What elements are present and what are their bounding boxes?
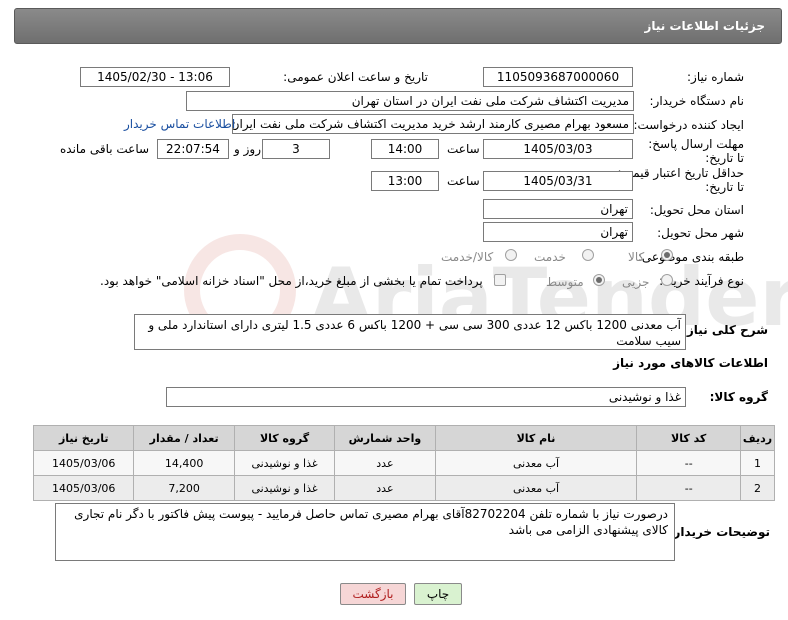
col-qty: تعداد / مقدار [133,425,235,451]
requester-label: ایجاد کننده درخواست: [633,118,744,132]
notes-label: توضیحات خریدار: [668,525,770,539]
goods-section-title: اطلاعات کالاهای مورد نیاز [613,356,768,370]
page-title: جزئیات اطلاعات نیاز [644,19,765,33]
validity-time-label: ساعت [447,174,480,188]
days-label: روز و [234,142,261,156]
payment-checkbox[interactable] [494,274,506,286]
cell-group: غذا و نوشیدنی [233,450,336,476]
cell-code: -- [636,450,741,476]
cell-qty: 7,200 [133,475,235,501]
payment-note: پرداخت تمام یا بخشی از مبلغ خرید،از محل … [100,274,483,288]
goods-table: ردیف کد کالا نام کالا واحد شمارش گروه کا… [32,425,776,501]
cell-row: 2 [739,475,776,501]
need-number-field: 1105093687000060 [483,67,633,87]
category-option-service: خدمت [534,250,566,264]
process-option-minor: جزیی [622,275,650,289]
goods-group-field: غذا و نوشیدنی [166,387,686,407]
cell-date: 1405/03/06 [32,450,135,476]
process-option-medium: متوسط [546,275,584,289]
cell-unit: عدد [334,475,436,501]
col-date: تاریخ نیاز [32,425,135,451]
page-header: جزئیات اطلاعات نیاز [14,8,782,44]
deadline-label: مهلت ارسال پاسخ: تا تاریخ: [648,137,744,165]
buyer-org-field: مدیریت اکتشاف شرکت ملی نفت ایران در استا… [186,91,634,111]
print-button[interactable]: چاپ [414,583,462,605]
remaining-time-field: 22:07:54 [157,139,229,159]
requester-field: مسعود بهرام مصیری کارمند ارشد خرید مدیری… [232,114,634,134]
city-field: تهران [483,222,633,242]
cell-qty: 14,400 [133,450,235,476]
city-label: شهر محل تحویل: [657,226,744,240]
deadline-time-field: 14:00 [371,139,439,159]
col-code: کد کالا [636,425,741,451]
buyer-contact-link[interactable]: اطلاعات تماس خریدار [124,117,235,131]
cell-name: آب معدنی [434,450,638,476]
table-header-row: ردیف کد کالا نام کالا واحد شمارش گروه کا… [32,425,776,451]
province-label: استان محل تحویل: [649,203,744,217]
deadline-time-label: ساعت [447,142,480,156]
province-field: تهران [483,199,633,219]
category-radio-goods[interactable] [661,249,673,261]
cell-code: -- [636,475,741,501]
back-button[interactable]: بازگشت [340,583,406,605]
category-option-both: کالا/خدمت [441,250,494,264]
validity-time-field: 13:00 [371,171,439,191]
validity-date-field: 1405/03/31 [483,171,633,191]
category-radio-service[interactable] [582,249,594,261]
validity-label: حداقل تاریخ اعتبار قیمت: تا تاریخ: [617,166,744,194]
cell-name: آب معدنی [434,475,638,501]
col-group: گروه کالا [233,425,336,451]
deadline-date-field: 1405/03/03 [483,139,633,159]
col-unit: واحد شمارش [334,425,436,451]
buyer-org-label: نام دستگاه خریدار: [649,94,745,108]
goods-group-label: گروه کالا: [709,390,768,404]
cell-row: 1 [739,450,776,476]
table-row: 1 -- آب معدنی عدد غذا و نوشیدنی 14,400 1… [32,450,776,476]
category-radio-both[interactable] [505,249,517,261]
cell-group: غذا و نوشیدنی [233,475,336,501]
col-row: ردیف [739,425,776,451]
cell-unit: عدد [334,450,436,476]
need-number-label: شماره نیاز: [687,70,744,84]
notes-textarea[interactable]: درصورت نیاز با شماره تلفن 82702204آقای ب… [55,503,675,561]
category-label: طبقه بندی موضوعی: [637,250,744,264]
process-radio-medium[interactable] [593,274,605,286]
announce-datetime-field: 1405/02/30 - 13:06 [80,67,230,87]
col-name: نام کالا [434,425,638,451]
cell-date: 1405/03/06 [32,475,135,501]
days-field: 3 [262,139,330,159]
description-textarea[interactable]: آب معدنی 1200 باکس 12 عددی 300 سی سی + 1… [134,314,686,350]
remaining-label: ساعت باقی مانده [60,142,150,156]
category-option-goods: کالا [628,250,645,264]
announce-label: تاریخ و ساعت اعلان عمومی: [283,70,428,84]
description-label: شرح کلی نیاز: [682,323,768,337]
table-row: 2 -- آب معدنی عدد غذا و نوشیدنی 7,200 14… [32,475,776,501]
process-radio-minor[interactable] [661,274,673,286]
